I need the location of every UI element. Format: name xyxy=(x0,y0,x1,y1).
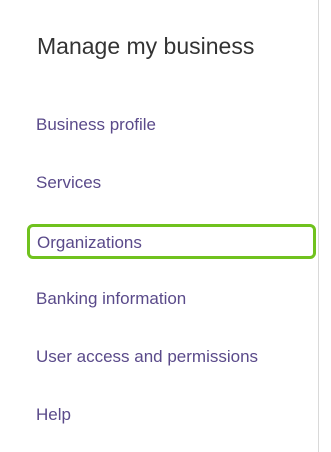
nav-item-banking-information[interactable]: Banking information xyxy=(36,284,186,314)
manage-business-panel: Manage my business Business profile Serv… xyxy=(0,0,319,452)
nav-item-business-profile[interactable]: Business profile xyxy=(36,110,156,140)
nav-item-help[interactable]: Help xyxy=(36,400,71,430)
nav-item-services[interactable]: Services xyxy=(36,168,101,198)
nav-item-organizations[interactable]: Organizations xyxy=(27,224,316,259)
panel-title: Manage my business xyxy=(37,33,255,59)
nav-item-user-access-permissions[interactable]: User access and permissions xyxy=(36,342,258,372)
